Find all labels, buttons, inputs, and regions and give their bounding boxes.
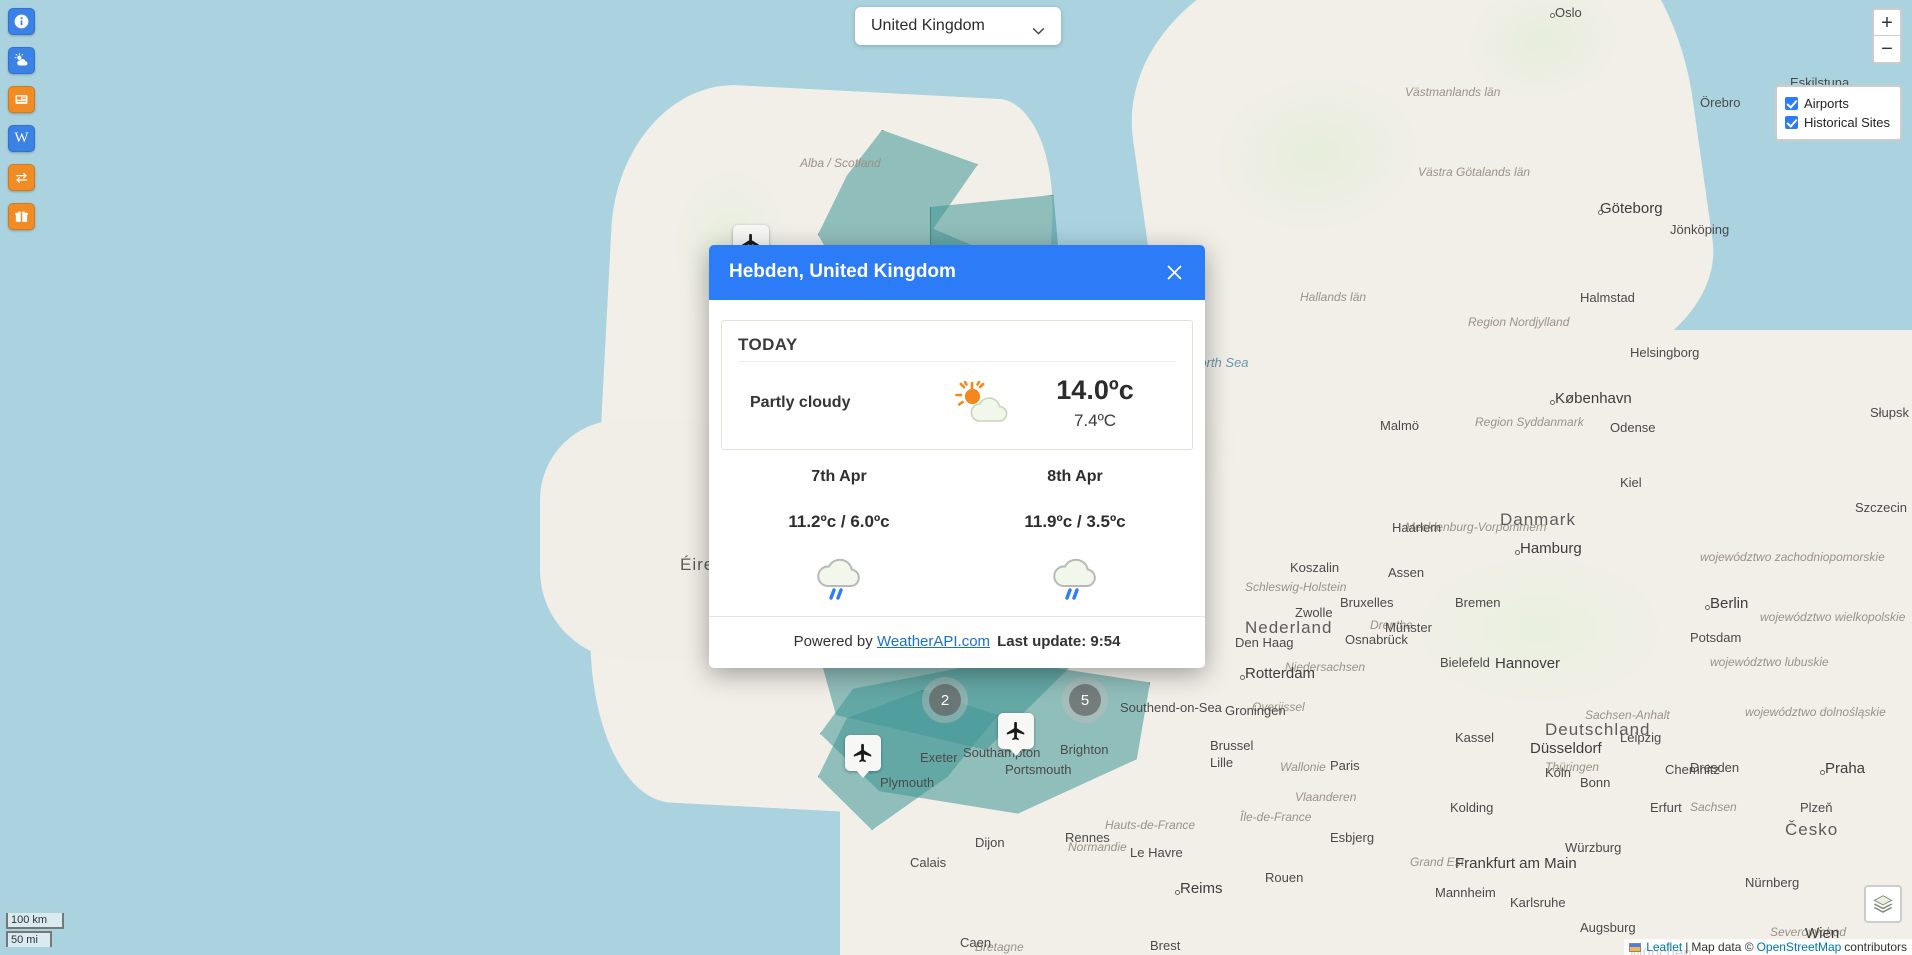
sidebar-item-wikipedia[interactable]: W — [8, 125, 35, 152]
city-dot — [1705, 605, 1710, 610]
close-icon — [1166, 264, 1182, 280]
country-select-value: United Kingdom — [871, 17, 985, 34]
map-attribution: Leaflet | Map data © OpenStreetMap contr… — [1624, 939, 1912, 955]
today-temp-max: 14.0ºc — [1056, 375, 1134, 405]
openstreetmap-link[interactable]: OpenStreetMap — [1757, 940, 1842, 954]
checkbox-airports[interactable] — [1785, 97, 1799, 110]
layer-label-historical-sites: Historical Sites — [1804, 115, 1890, 130]
forecast-temps: 11.9ºc / 3.5ºc — [1024, 511, 1126, 531]
last-update-text: Last update: 9:54 — [997, 632, 1121, 650]
marker-cluster[interactable]: 2 — [922, 677, 968, 723]
layer-toggle-historical-sites[interactable]: Historical Sites — [1785, 113, 1890, 132]
forecast-day: 7th Apr 11.2ºc / 6.0ºc — [721, 468, 957, 602]
city-dot — [1240, 675, 1245, 680]
partly-cloudy-icon — [955, 381, 1008, 423]
city-dot — [1820, 770, 1825, 775]
forecast-temps: 11.2ºc / 6.0ºc — [788, 511, 890, 531]
exchange-arrows-icon — [15, 172, 28, 183]
sidebar-item-weather[interactable] — [8, 47, 35, 74]
weatherapi-link[interactable]: WeatherAPI.com — [877, 633, 990, 650]
airplane-icon — [853, 743, 872, 763]
attribution-suffix: contributors — [1844, 940, 1907, 954]
gift-icon — [15, 211, 28, 223]
airport-marker[interactable] — [845, 735, 881, 771]
dialog-header: Hebden, United Kingdom — [709, 245, 1205, 300]
attribution-separator: | — [1685, 940, 1689, 954]
sidebar-item-currency-exchange[interactable] — [8, 164, 35, 191]
city-dot — [1550, 13, 1555, 18]
layer-toggle-airports[interactable]: Airports — [1785, 94, 1890, 113]
rain-cloud-icon — [1053, 558, 1096, 600]
airport-marker[interactable] — [998, 713, 1034, 749]
city-dot — [1550, 400, 1555, 405]
city-dot — [1175, 890, 1180, 895]
today-temperatures: 14.0ºc 7.4ºC — [1028, 375, 1176, 431]
wikipedia-icon: W — [14, 130, 29, 146]
today-label: TODAY — [738, 335, 798, 354]
layers-control-button[interactable] — [1864, 885, 1902, 923]
forecast-date: 7th Apr — [811, 467, 867, 485]
today-condition: Partly cloudy — [750, 394, 851, 412]
chevron-down-icon — [1032, 22, 1045, 35]
zoom-in-button[interactable]: + — [1874, 10, 1900, 36]
marker-cluster[interactable]: 5 — [1062, 677, 1108, 723]
city-dot — [1598, 210, 1603, 215]
weather-dialog: Hebden, United Kingdom TODAY Partly clou… — [709, 245, 1205, 668]
forecast-row: 7th Apr 11.2ºc / 6.0ºc 8th Apr 11.9ºc / … — [721, 450, 1193, 616]
attribution-map-data: Map data © — [1691, 940, 1754, 954]
dialog-close-button[interactable] — [1163, 261, 1185, 283]
landmass-denmark — [1430, 300, 1640, 490]
sidebar-item-news[interactable] — [8, 86, 35, 113]
layers-stack-icon — [1873, 895, 1893, 913]
sidebar-item-gifts[interactable] — [8, 203, 35, 230]
today-weather-icon — [938, 381, 1028, 425]
leaflet-flag-icon — [1629, 942, 1642, 952]
powered-by-text: Powered by — [793, 632, 877, 650]
scale-bar: 100 km 50 mi — [6, 913, 64, 947]
forecast-weather-icon — [721, 556, 957, 602]
dialog-title: Hebden, United Kingdom — [729, 261, 956, 282]
layers-checkbox-panel: Airports Historical Sites — [1775, 85, 1902, 141]
dialog-body: TODAY Partly cloudy 14.0ºc 7.4ºC 7th Apr… — [709, 300, 1205, 616]
sidebar-item-info[interactable] — [8, 8, 35, 35]
country-select[interactable]: United Kingdom — [855, 7, 1061, 45]
dialog-footer: Powered by WeatherAPI.com Last update: 9:… — [709, 615, 1205, 668]
left-toolbar: W — [8, 8, 35, 230]
today-temp-min: 7.4ºC — [1073, 410, 1117, 430]
zoom-out-button[interactable]: − — [1874, 36, 1900, 62]
city-dot — [1515, 550, 1520, 555]
scale-imperial: 50 mi — [6, 931, 52, 947]
info-icon — [14, 14, 29, 29]
airplane-icon — [1006, 721, 1025, 741]
forecast-date: 8th Apr — [1047, 467, 1103, 485]
layer-label-airports: Airports — [1804, 96, 1849, 111]
today-card: TODAY Partly cloudy 14.0ºc 7.4ºC — [721, 320, 1193, 450]
forecast-weather-icon — [957, 556, 1193, 602]
scale-metric: 100 km — [6, 913, 64, 929]
zoom-control: + − — [1872, 8, 1902, 64]
sun-cloud-icon — [14, 53, 28, 66]
map-application: Alba / Scotland Västmanlands län Västra … — [0, 0, 1912, 955]
country-select-wrapper: United Kingdom — [855, 7, 1061, 45]
rain-cloud-icon — [817, 558, 860, 600]
leaflet-link[interactable]: Leaflet — [1646, 940, 1682, 954]
newspaper-icon — [15, 95, 28, 104]
checkbox-historical-sites[interactable] — [1785, 116, 1799, 129]
forecast-day: 8th Apr 11.9ºc / 3.5ºc — [957, 468, 1193, 602]
today-row: Partly cloudy 14.0ºc 7.4ºC — [738, 361, 1176, 449]
